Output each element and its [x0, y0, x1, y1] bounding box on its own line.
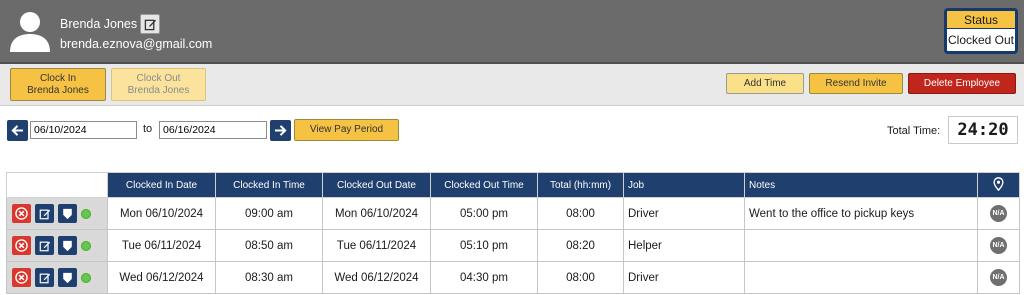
online-status-dot — [81, 240, 91, 251]
user-header: Brenda Jones brenda.eznova@gmail.com Sta… — [0, 0, 1024, 64]
header-location — [977, 172, 1020, 198]
cell-total: 08:00 — [537, 197, 624, 230]
edit-icon — [39, 209, 50, 219]
x-circle-icon — [15, 271, 28, 284]
cell-in-time: 08:50 am — [215, 229, 323, 262]
edit-entry-button[interactable] — [35, 236, 54, 255]
cell-total: 08:00 — [537, 261, 624, 294]
total-time-value: 24:20 — [948, 116, 1018, 144]
edit-icon — [144, 19, 156, 30]
clock-out-button[interactable]: Clock Out Brenda Jones — [111, 68, 206, 101]
start-date-input[interactable] — [30, 121, 137, 139]
header-clocked-in-time: Clocked In Time — [215, 172, 323, 198]
row-actions — [6, 229, 108, 262]
action-toolbar: Clock In Brenda Jones Clock Out Brenda J… — [0, 64, 1024, 106]
next-period-button[interactable] — [270, 120, 291, 141]
status-title: Status — [947, 11, 1015, 29]
header-clocked-out-date: Clocked Out Date — [322, 172, 431, 198]
cell-out-time: 04:30 pm — [430, 261, 538, 294]
cell-total: 08:20 — [537, 229, 624, 262]
arrow-left-icon — [11, 125, 24, 136]
edit-entry-button[interactable] — [35, 204, 54, 223]
x-circle-icon — [15, 239, 28, 252]
cell-job: Helper — [623, 229, 745, 262]
clock-in-employee: Brenda Jones — [27, 84, 89, 96]
header-total: Total (hh:mm) — [537, 172, 624, 198]
entry-badge-button[interactable] — [58, 268, 77, 287]
delete-entry-button[interactable] — [12, 236, 31, 255]
edit-user-button[interactable] — [140, 14, 160, 34]
x-circle-icon — [15, 207, 28, 220]
cell-job: Driver — [623, 261, 745, 294]
time-entries-table: Clocked In Date Clocked In Time Clocked … — [6, 172, 1020, 294]
clock-out-label: Clock Out — [136, 72, 181, 84]
resend-invite-button[interactable]: Resend Invite — [809, 73, 903, 94]
row-actions — [6, 261, 108, 294]
total-time-label: Total Time: — [887, 125, 941, 137]
header-job: Job — [623, 172, 745, 198]
row-actions — [6, 197, 108, 230]
status-value: Clocked Out — [947, 33, 1015, 47]
clock-in-button[interactable]: Clock In Brenda Jones — [10, 68, 106, 101]
previous-period-button[interactable] — [7, 120, 28, 141]
cell-job: Driver — [623, 197, 745, 230]
map-pin-icon — [993, 176, 1004, 191]
table-row: Wed 06/12/2024 08:30 am Wed 06/12/2024 0… — [6, 261, 1020, 294]
header-clocked-in-date: Clocked In Date — [107, 172, 216, 198]
table-row: Tue 06/11/2024 08:50 am Tue 06/11/2024 0… — [6, 229, 1020, 262]
cell-location: N/A — [977, 197, 1020, 230]
avatar-icon — [10, 12, 50, 52]
shield-icon — [63, 208, 72, 219]
cell-location: N/A — [977, 229, 1020, 262]
edit-icon — [39, 273, 50, 283]
cell-notes — [744, 229, 978, 262]
cell-out-date: Mon 06/10/2024 — [322, 197, 431, 230]
cell-out-date: Tue 06/11/2024 — [322, 229, 431, 262]
online-status-dot — [81, 272, 91, 283]
header-clocked-out-time: Clocked Out Time — [430, 172, 538, 198]
clock-out-employee: Brenda Jones — [127, 84, 190, 96]
date-filter-row: to View Pay Period Total Time: 24:20 — [0, 108, 1024, 158]
shield-icon — [63, 272, 72, 283]
edit-entry-button[interactable] — [35, 268, 54, 287]
location-na-badge[interactable]: N/A — [990, 237, 1007, 254]
cell-notes: Went to the office to pickup keys — [744, 197, 978, 230]
table-row: Mon 06/10/2024 09:00 am Mon 06/10/2024 0… — [6, 197, 1020, 230]
cell-out-time: 05:00 pm — [430, 197, 538, 230]
shield-icon — [63, 240, 72, 251]
cell-out-date: Wed 06/12/2024 — [322, 261, 431, 294]
view-pay-period-button[interactable]: View Pay Period — [294, 119, 399, 141]
edit-icon — [39, 241, 50, 251]
end-date-input[interactable] — [159, 121, 267, 139]
arrow-right-icon — [274, 125, 287, 136]
cell-in-time: 08:30 am — [215, 261, 323, 294]
cell-in-date: Mon 06/10/2024 — [107, 197, 216, 230]
table-header-row: Clocked In Date Clocked In Time Clocked … — [6, 172, 1020, 198]
cell-notes — [744, 261, 978, 294]
location-na-badge[interactable]: N/A — [990, 269, 1007, 286]
entry-badge-button[interactable] — [58, 236, 77, 255]
add-time-button[interactable]: Add Time — [726, 73, 804, 94]
clock-in-label: Clock In — [39, 72, 77, 84]
location-na-badge[interactable]: N/A — [990, 205, 1007, 222]
user-name: Brenda Jones — [60, 17, 138, 31]
cell-in-time: 09:00 am — [215, 197, 323, 230]
delete-employee-button[interactable]: Delete Employee — [908, 73, 1016, 94]
header-notes: Notes — [744, 172, 978, 198]
cell-out-time: 05:10 pm — [430, 229, 538, 262]
online-status-dot — [81, 208, 91, 219]
delete-entry-button[interactable] — [12, 268, 31, 287]
user-email: brenda.eznova@gmail.com — [60, 37, 213, 51]
delete-entry-button[interactable] — [12, 204, 31, 223]
cell-in-date: Wed 06/12/2024 — [107, 261, 216, 294]
cell-location: N/A — [977, 261, 1020, 294]
cell-in-date: Tue 06/11/2024 — [107, 229, 216, 262]
actions-header — [6, 172, 108, 198]
entry-badge-button[interactable] — [58, 204, 77, 223]
status-box: Status Clocked Out — [944, 8, 1018, 54]
date-range-to-label: to — [143, 123, 153, 135]
